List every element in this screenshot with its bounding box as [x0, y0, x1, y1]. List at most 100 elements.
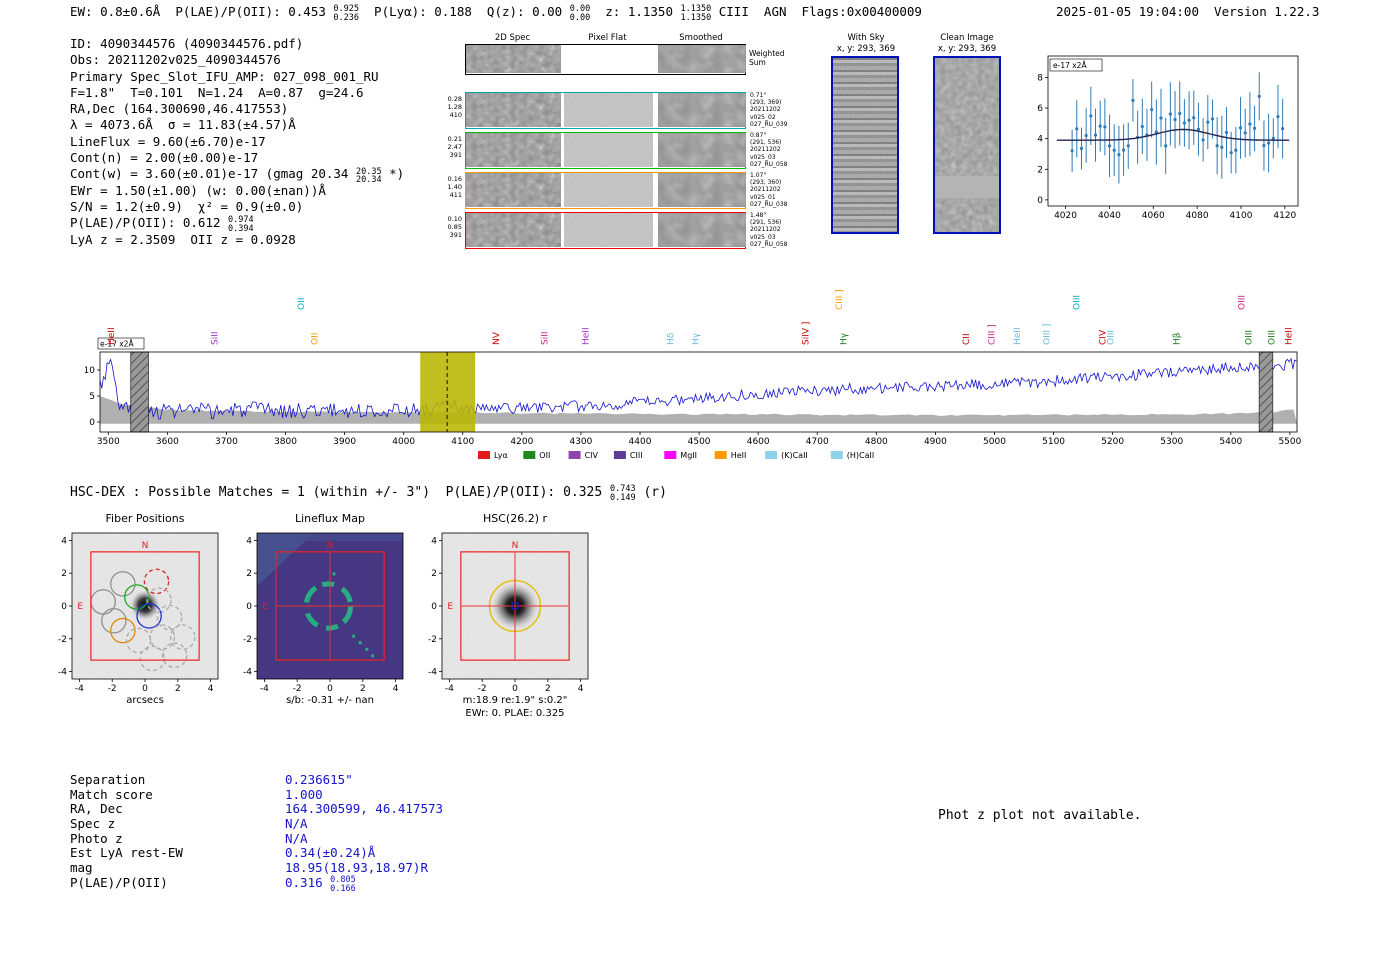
hsc-image-panel: N E -4 -2 0 2 4 -4 -2 0 2 4: [428, 532, 589, 694]
emission-line-label: OII: [297, 298, 307, 310]
data-point: [1215, 144, 1219, 148]
x-tick-label: -2: [108, 684, 117, 694]
stacked-fraction: 1.1350 1.1350: [680, 4, 712, 23]
x-tick-label: 4020: [1054, 211, 1077, 221]
emission-line-label: OIII ]: [1043, 324, 1053, 345]
y-tick-label: 4: [246, 536, 252, 546]
spec2d-cell-white: [564, 45, 653, 73]
spec2d-fiber-row: [465, 212, 746, 249]
data-point: [1126, 144, 1130, 148]
hsc-caption2: EWr: 0. PLAE: 0.325: [465, 708, 565, 719]
x-tick-label: 4: [578, 684, 584, 694]
match-table-label: RA, Dec: [70, 801, 123, 817]
match-table-row: mag 18.95(18.93,18.97)R: [70, 860, 443, 875]
match-table-value: 0.236615": [285, 772, 353, 787]
y-tick-label: 4: [61, 536, 67, 546]
weighted-label-line2: Sum: [749, 57, 766, 67]
data-point: [1103, 125, 1107, 129]
x-tick-label: 4: [208, 684, 214, 694]
data-point: [1173, 118, 1177, 122]
spec2d-cell-flat: [564, 93, 653, 127]
info-line: S/N = 1.2(±0.9) χ² = 0.9(±0.0): [70, 198, 304, 214]
y-tick-label: 4: [1037, 135, 1043, 145]
match-table-label: P(LAE)/P(OII): [70, 874, 168, 890]
match-table-value: 0.34(±0.24)Å: [285, 845, 376, 861]
spec2d-cell-spec: [466, 93, 561, 127]
fiber-caption: arcsecs: [126, 695, 164, 706]
data-point: [1201, 138, 1205, 142]
header-summary: EW: 0.8±0.6Å P(LAE)/P(OII): 0.453 0.925 0…: [70, 4, 922, 23]
y-tick-label: -4: [243, 668, 252, 678]
x-tick-label: 4100: [451, 437, 474, 447]
data-point: [1220, 145, 1224, 149]
info-line: Obs: 20211202v025_4090344576: [70, 52, 281, 68]
emission-line-label: OIII: [1238, 295, 1248, 310]
north-label: N: [512, 541, 519, 551]
data-point: [1234, 148, 1238, 152]
data-point: [1271, 136, 1275, 140]
data-point: [1206, 120, 1210, 124]
clean-title: Clean Image: [940, 33, 994, 43]
stacked-fraction: 0.743 0.149: [610, 484, 636, 503]
spec2d-row-stats: 0.21 2.47 391: [447, 135, 462, 159]
spec2d-cell-smooth: [658, 213, 746, 247]
stacked-fraction: 0.00 0.00: [569, 4, 591, 23]
y-tick-label: 2: [246, 569, 252, 579]
match-table-label: Separation: [70, 772, 146, 787]
spec2d-cell-spec: [466, 133, 561, 167]
masked-region-hatch: [1258, 351, 1274, 433]
info-line: LineFlux = 9.60(±6.70)e-17: [70, 133, 266, 149]
info-line: EWr = 1.50(±1.00) (w: 0.00(±nan))Å: [70, 182, 326, 198]
lineflux-dot: [352, 634, 356, 638]
data-point: [1182, 121, 1187, 125]
spec2d-cell-flat: [564, 173, 653, 207]
x-tick-label: 4400: [629, 437, 652, 447]
match-table-row: Separation 0.236615": [70, 772, 443, 787]
legend-label: MgII: [680, 451, 697, 460]
x-tick-label: 0: [142, 684, 148, 694]
data-point: [1098, 124, 1102, 128]
y-tick-label: 4: [431, 536, 437, 546]
lineflux-map-panel: N E -4 -2 0 2 4 -4 -2 0 2 4: [243, 532, 404, 694]
withsky-image: [831, 56, 899, 234]
legend-swatch: [714, 451, 727, 459]
emission-line-label: CIII ]: [835, 289, 845, 310]
legend-label: OII: [539, 451, 550, 460]
data-point: [1164, 144, 1168, 148]
x-tick-label: 2: [175, 684, 181, 694]
y-tick-label: -4: [428, 668, 437, 678]
data-point: [1140, 124, 1144, 129]
fiber-positions-panel: N E -4 -2 0 2 4 -4 -2 0 2 4: [58, 532, 219, 694]
y-tick-label: 5: [89, 392, 95, 402]
data-point: [1281, 127, 1285, 131]
legend-swatch: [568, 451, 581, 459]
match-table-label: Spec z: [70, 816, 116, 832]
spec2d-cell-smooth: [658, 45, 746, 73]
spec2d-cell-smooth: [658, 173, 746, 207]
spec2d-row-stats: 0.28 1.28 410: [447, 95, 462, 119]
match-table-label: mag: [70, 860, 93, 876]
x-tick-label: -2: [478, 684, 487, 694]
spec2d-row-annotation: 1.07" (293, 360) 20211202 v025_01 027_RU_038: [750, 172, 788, 208]
emission-line-label: HeII: [1285, 327, 1295, 345]
emission-line-label: Hβ: [1173, 332, 1183, 345]
weighted-sum-label: Weighted Sum: [749, 49, 785, 67]
emission-line-label: CII: [962, 333, 972, 345]
legend-swatch: [613, 451, 626, 459]
match-table-row: Match score 1.000: [70, 787, 443, 802]
emission-line-label: SiII: [211, 331, 221, 345]
info-line: Cont(n) = 2.00(±0.00)e-17: [70, 150, 259, 166]
data-point: [1192, 116, 1196, 120]
info-line: RA,Dec (164.300690,46.417553): [70, 101, 289, 117]
y-tick-label: 0: [61, 602, 67, 612]
hsc-caption: m:18.9 re:1.9" s:0.2": [462, 695, 568, 706]
data-point: [1168, 112, 1172, 116]
data-point: [1112, 148, 1116, 152]
stacked-fraction: 20.35 20.34: [355, 166, 382, 186]
withsky-coords: x, y: 293, 369: [836, 44, 896, 54]
legend-swatch: [478, 451, 490, 459]
match-table-value: N/A: [285, 830, 308, 846]
spec2d-cell-spec: [466, 45, 561, 73]
emission-line-label: NV: [492, 331, 502, 345]
x-tick-label: 4600: [747, 437, 770, 447]
